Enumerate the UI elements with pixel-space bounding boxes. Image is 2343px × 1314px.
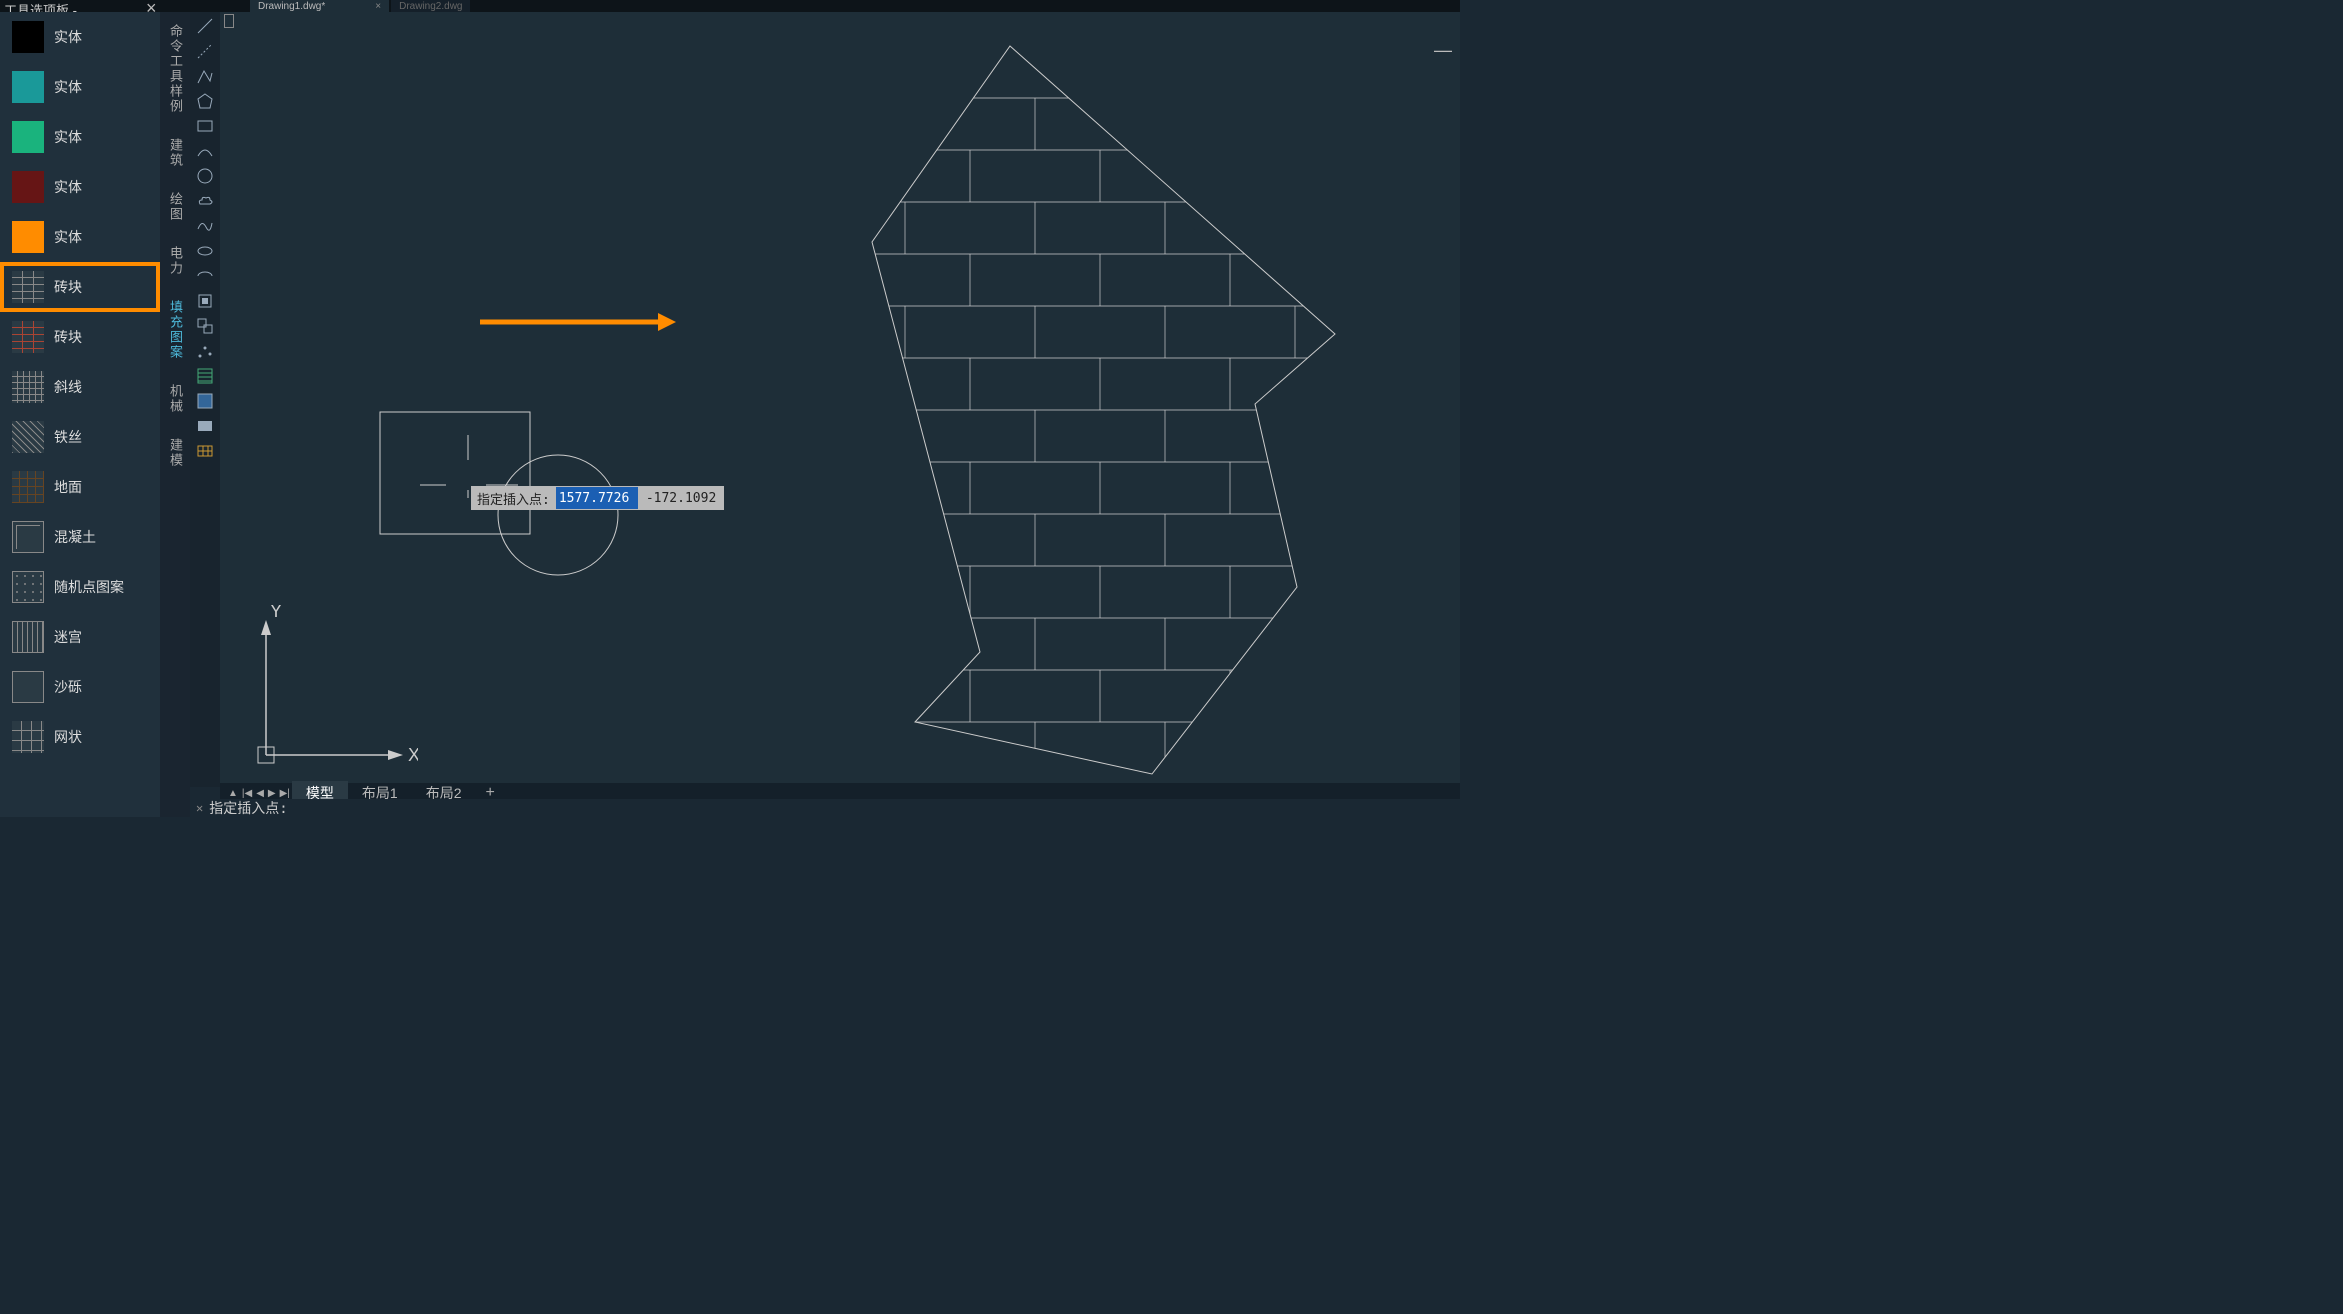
vtab-drawing[interactable]: 绘图 xyxy=(160,180,191,234)
palette-concrete[interactable]: 混凝土 xyxy=(0,512,160,562)
vtab-hatch-patterns[interactable]: 填充图案 xyxy=(160,288,191,372)
tool-cloud[interactable] xyxy=(193,189,217,213)
swatch-net xyxy=(12,721,44,753)
tool-ray[interactable] xyxy=(193,39,217,63)
tab-nav-first-icon[interactable]: |◀ xyxy=(240,788,254,799)
file-tab-drawing2[interactable]: Drawing2.dwg xyxy=(391,0,470,12)
minimize-icon[interactable]: — xyxy=(1434,40,1452,61)
vtab-mechanical[interactable]: 机械 xyxy=(160,372,191,426)
swatch-maze xyxy=(12,621,44,653)
palette-net[interactable]: 网状 xyxy=(0,712,160,762)
vtab-power[interactable]: 电力 xyxy=(160,234,191,288)
swatch-dots xyxy=(12,571,44,603)
file-tab-drawing1[interactable]: Drawing1.dwg*× xyxy=(250,0,389,12)
cmdline-text: 指定插入点: xyxy=(209,798,287,818)
palette-label: 实体 xyxy=(54,77,82,97)
swatch-teal xyxy=(12,71,44,103)
swatch-green xyxy=(12,121,44,153)
cmdline-close-icon[interactable]: ✕ xyxy=(196,801,203,815)
palette-label: 实体 xyxy=(54,27,82,47)
drawing-canvas[interactable]: — 指定插入点: -172.1092 xyxy=(220,12,1460,787)
palette-diagonal[interactable]: 斜线 xyxy=(0,362,160,412)
palette-label: 砖块 xyxy=(54,327,82,347)
palette-label: 砖块 xyxy=(54,277,82,297)
tool-circle[interactable] xyxy=(193,164,217,188)
palette-label: 实体 xyxy=(54,127,82,147)
vtab-command-samples[interactable]: 命令工具样例 xyxy=(160,12,191,126)
palette-label: 混凝土 xyxy=(54,527,96,547)
tool-spline[interactable] xyxy=(193,214,217,238)
tool-point[interactable] xyxy=(193,339,217,363)
tool-polyline[interactable] xyxy=(193,64,217,88)
palette-label: 随机点图案 xyxy=(54,577,124,597)
tool-rectangle[interactable] xyxy=(193,114,217,138)
draw-toolbar xyxy=(190,12,220,787)
coord-y-value: -172.1092 xyxy=(638,491,724,506)
tool-arc[interactable] xyxy=(193,139,217,163)
tool-hatch[interactable] xyxy=(193,364,217,388)
palette-solid-orange[interactable]: 实体 xyxy=(0,212,160,262)
palette-maze[interactable]: 迷宫 xyxy=(0,612,160,662)
palette-category-tabs: 命令工具样例 建筑 绘图 电力 填充图案 机械 建模 xyxy=(160,12,190,817)
hatched-polygon xyxy=(780,42,1400,782)
command-line[interactable]: ✕ 指定插入点: xyxy=(190,799,1460,817)
tool-polygon[interactable] xyxy=(193,89,217,113)
tool-palette: 实体 实体 实体 实体 实体 砖块 砖块 斜线 铁丝 地面 混凝土 随机点图案 … xyxy=(0,12,160,817)
input-prompt-label: 指定插入点: xyxy=(471,489,556,508)
palette-solid-teal[interactable]: 实体 xyxy=(0,62,160,112)
swatch-black xyxy=(12,21,44,53)
svg-text:X: X xyxy=(408,745,418,765)
tool-ellipse-arc[interactable] xyxy=(193,264,217,288)
palette-label: 地面 xyxy=(54,477,82,497)
swatch-diag xyxy=(12,421,44,453)
palette-solid-green[interactable]: 实体 xyxy=(0,112,160,162)
palette-label: 实体 xyxy=(54,227,82,247)
tool-line[interactable] xyxy=(193,14,217,38)
palette-solid-black[interactable]: 实体 xyxy=(0,12,160,62)
palette-random-dots[interactable]: 随机点图案 xyxy=(0,562,160,612)
vtab-modeling[interactable]: 建模 xyxy=(160,426,191,480)
palette-brick[interactable]: 砖块 xyxy=(0,262,160,312)
tab-nav-up-icon[interactable]: ▲ xyxy=(226,788,240,799)
swatch-orange xyxy=(12,221,44,253)
palette-label: 迷宫 xyxy=(54,627,82,647)
palette-label: 实体 xyxy=(54,177,82,197)
ucs-icon: X Y xyxy=(248,605,418,775)
palette-label: 网状 xyxy=(54,727,82,747)
palette-label: 沙砾 xyxy=(54,677,82,697)
tab-nav-last-icon[interactable]: ▶| xyxy=(278,788,292,799)
swatch-grid xyxy=(12,371,44,403)
tab-nav-prev-icon[interactable]: ◀ xyxy=(254,788,266,799)
tool-region[interactable] xyxy=(193,414,217,438)
coord-x-input[interactable] xyxy=(556,487,638,509)
file-tabs: Drawing1.dwg*× Drawing2.dwg xyxy=(220,0,472,12)
palette-ground[interactable]: 地面 xyxy=(0,462,160,512)
tool-ellipse[interactable] xyxy=(193,239,217,263)
palette-wire[interactable]: 铁丝 xyxy=(0,412,160,462)
swatch-gravel xyxy=(12,671,44,703)
swatch-ground xyxy=(12,471,44,503)
swatch-brick xyxy=(12,271,44,303)
annotation-arrow-icon xyxy=(478,307,678,337)
vtab-architecture[interactable]: 建筑 xyxy=(160,126,191,180)
tool-insert-block[interactable] xyxy=(193,289,217,313)
palette-label: 铁丝 xyxy=(54,427,82,447)
swatch-brick-red xyxy=(12,321,44,353)
tool-make-block[interactable] xyxy=(193,314,217,338)
svg-text:Y: Y xyxy=(270,605,282,621)
palette-brick-red[interactable]: 砖块 xyxy=(0,312,160,362)
tool-table[interactable] xyxy=(193,439,217,463)
swatch-darkred xyxy=(12,171,44,203)
dynamic-input: 指定插入点: -172.1092 xyxy=(471,486,724,510)
tab-nav-next-icon[interactable]: ▶ xyxy=(266,788,278,799)
palette-solid-darkred[interactable]: 实体 xyxy=(0,162,160,212)
tool-gradient[interactable] xyxy=(193,389,217,413)
viewport-indicator-icon xyxy=(224,14,234,28)
palette-label: 斜线 xyxy=(54,377,82,397)
palette-gravel[interactable]: 沙砾 xyxy=(0,662,160,712)
swatch-concrete xyxy=(12,521,44,553)
